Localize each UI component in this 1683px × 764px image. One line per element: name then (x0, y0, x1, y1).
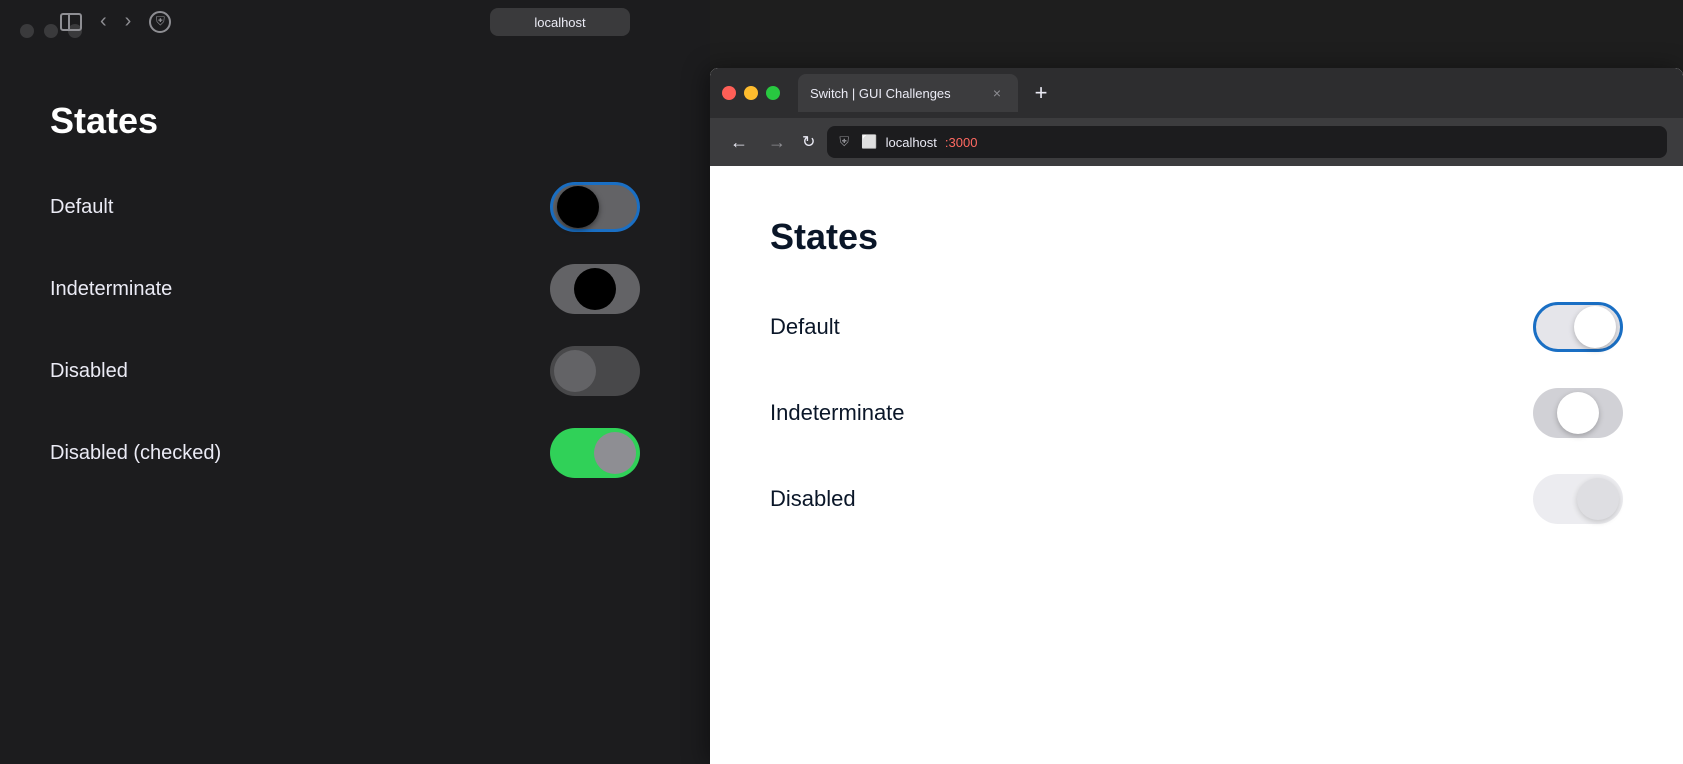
bg-address-bar: localhost (490, 8, 630, 36)
address-bar[interactable]: ⛨ ⬜ localhost :3000 (827, 126, 1667, 158)
bg-toolbar: ‹ › ⛨ (60, 10, 171, 33)
tab-title: Switch | GUI Challenges (810, 86, 980, 101)
browser-window: Switch | GUI Challenges × + ← → ↻ ⛨ ⬜ lo… (710, 68, 1683, 764)
traffic-lights (722, 86, 780, 100)
light-section-title: States (770, 216, 1623, 258)
bg-forward-button[interactable]: › (125, 10, 132, 33)
light-switch-disabled-knob (1577, 478, 1619, 520)
dark-switch-indeterminate[interactable] (550, 264, 640, 314)
dark-switch-disabled-checked-knob (594, 432, 636, 474)
light-switch-indeterminate-knob (1557, 392, 1599, 434)
tab-close-button[interactable]: × (988, 84, 1006, 102)
bg-back-button[interactable]: ‹ (100, 10, 107, 33)
light-label-indeterminate: Indeterminate (770, 400, 905, 426)
page-content: States Default Indeterminate Disabled (710, 166, 1683, 764)
light-row-indeterminate: Indeterminate (770, 388, 1623, 438)
new-tab-button[interactable]: + (1026, 78, 1056, 108)
bg-url-text: localhost (534, 15, 585, 30)
light-switch-disabled (1533, 474, 1623, 524)
address-url-port: :3000 (945, 135, 978, 150)
dark-label-disabled-checked: Disabled (checked) (50, 442, 221, 465)
dark-switch-disabled-knob (554, 350, 596, 392)
dark-label-disabled: Disabled (50, 360, 128, 383)
light-row-disabled: Disabled (770, 474, 1623, 524)
light-row-default: Default (770, 302, 1623, 352)
address-url-base: localhost (886, 135, 937, 150)
dark-row-indeterminate: Indeterminate (50, 264, 660, 314)
dark-label-default: Default (50, 196, 113, 219)
sidebar-toggle-icon (60, 13, 82, 31)
minimize-button[interactable] (744, 86, 758, 100)
nav-bar: ← → ↻ ⛨ ⬜ localhost :3000 (710, 118, 1683, 166)
light-label-default: Default (770, 314, 840, 340)
dark-switch-disabled (550, 346, 640, 396)
tab-bar: Switch | GUI Challenges × + (710, 68, 1683, 118)
bg-shield-icon: ⛨ (149, 11, 171, 33)
shield-icon: ⛨ (839, 134, 855, 150)
dark-switch-disabled-checked (550, 428, 640, 478)
document-icon: ⬜ (861, 134, 877, 150)
dark-row-default: Default (50, 182, 660, 232)
light-label-disabled: Disabled (770, 486, 856, 512)
reload-button[interactable]: ↻ (802, 132, 815, 152)
maximize-button[interactable] (766, 86, 780, 100)
dark-switch-default[interactable] (550, 182, 640, 232)
dark-row-disabled: Disabled (50, 346, 660, 396)
close-button[interactable] (722, 86, 736, 100)
dark-browser-pane: ‹ › ⛨ localhost States Default Indetermi… (0, 0, 710, 764)
back-button[interactable]: ← (726, 128, 752, 157)
dark-switch-indeterminate-knob (574, 268, 616, 310)
active-tab[interactable]: Switch | GUI Challenges × (798, 74, 1018, 112)
address-icons: ⛨ ⬜ (839, 134, 877, 150)
light-switch-default-knob (1574, 306, 1616, 348)
forward-button[interactable]: → (764, 128, 790, 157)
dark-switch-default-knob (557, 186, 599, 228)
light-switch-default[interactable] (1533, 302, 1623, 352)
bg-close-button (20, 24, 34, 38)
dark-section-title: States (50, 100, 660, 142)
dark-row-disabled-checked: Disabled (checked) (50, 428, 660, 478)
bg-minimize-button (44, 24, 58, 38)
light-switch-indeterminate[interactable] (1533, 388, 1623, 438)
dark-content-area: States Default Indeterminate Disabled Di… (0, 60, 710, 764)
dark-label-indeterminate: Indeterminate (50, 278, 172, 301)
